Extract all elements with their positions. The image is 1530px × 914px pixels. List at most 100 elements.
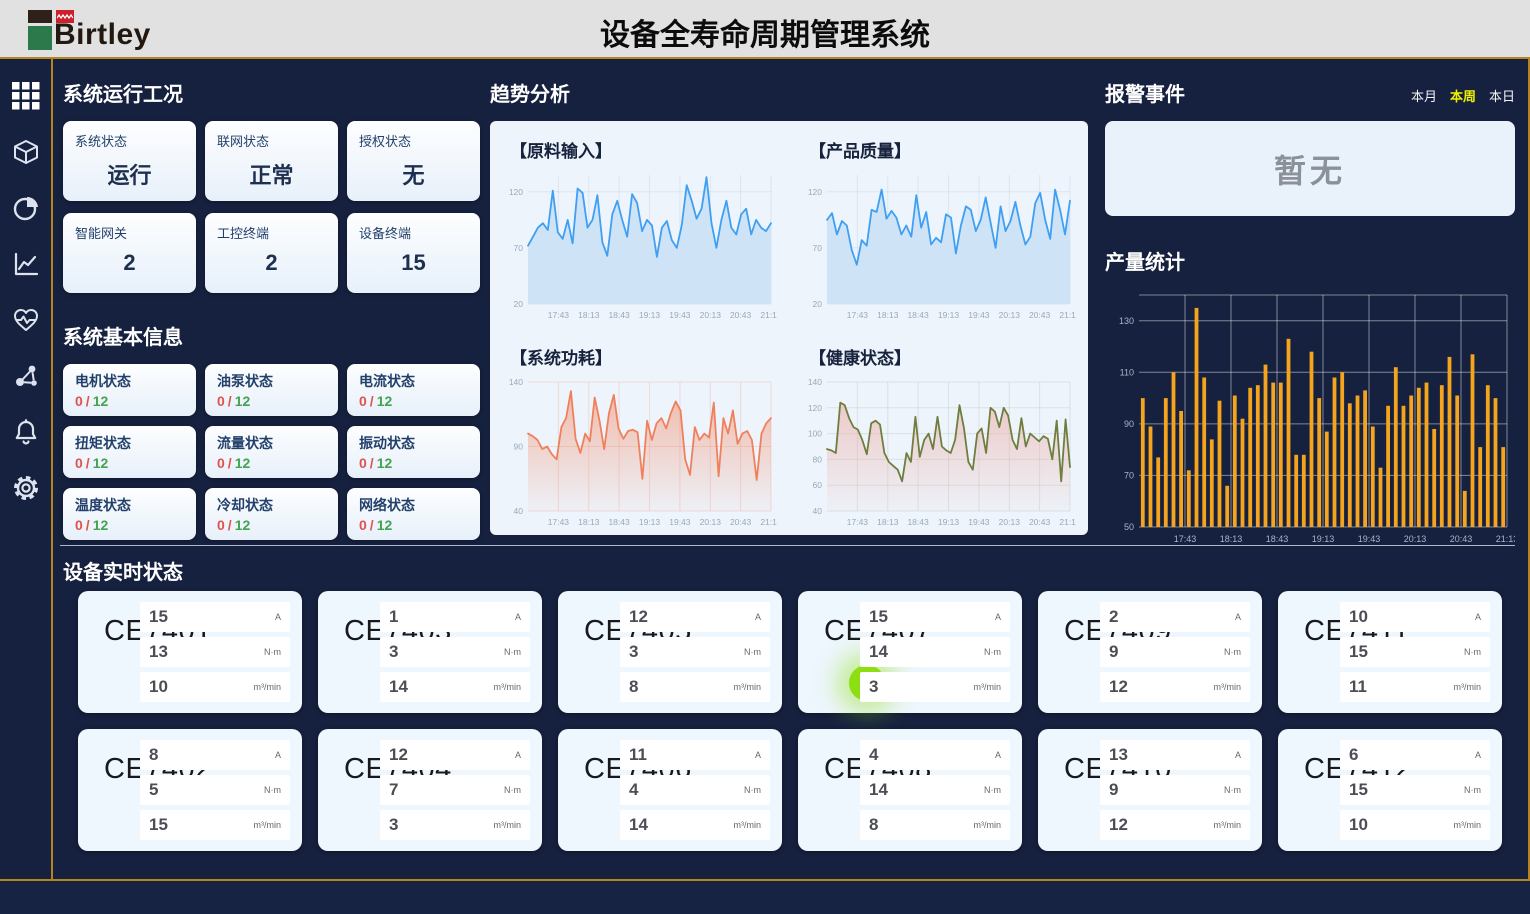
info-card-label: 温度状态 [75,495,184,515]
alarm-tab-本日[interactable]: 本日 [1489,86,1515,105]
device-readings: 4A14N·m8m³/min [860,740,1010,845]
reading-unit: m³/min [974,682,1002,692]
trend-title: 趋势分析 [490,78,1088,107]
device-card[interactable]: CE7409 2A9N·m12m³/min [1038,591,1262,713]
svg-text:17:43: 17:43 [548,310,570,320]
info-card-count: 0/12 [75,393,184,409]
svg-text:140: 140 [808,377,822,387]
system-status-title: 系统运行工况 [63,78,483,107]
svg-text:90: 90 [1124,419,1134,429]
alarm-header: 报警事件 本月本周本日 [1105,78,1515,107]
reading-value: 9 [1109,642,1118,662]
device-reading-row: 9 N·m [1100,637,1250,667]
device-card[interactable]: CE7402 8A5N·m15m³/min [78,729,302,851]
device-card[interactable]: CE7412 6A15N·m10m³/min [1278,729,1502,851]
line-chart: 207012017:4318:1318:4319:1319:4320:1320:… [498,167,777,322]
page-footer [0,879,1530,914]
bell-icon[interactable] [11,417,41,447]
svg-text:19:13: 19:13 [1312,534,1335,544]
reading-value: 3 [869,677,878,697]
molecule-icon[interactable] [11,361,41,391]
reading-value: 11 [1349,677,1367,697]
pie-chart-icon[interactable] [11,193,41,223]
gear-icon[interactable] [11,473,41,503]
device-reading-row: 2A [1100,602,1250,632]
device-card[interactable]: CE7408 4A14N·m8m³/min [798,729,1022,851]
device-readings: 11A4N·m14m³/min [620,740,770,845]
reading-value: 13 [1109,745,1128,765]
device-reading-row: 1A [380,602,530,632]
svg-text:60: 60 [813,480,823,490]
basic-info-grid: 电机状态0/12油泵状态0/12电流状态0/12扭矩状态0/12流量状态0/12… [63,364,483,540]
svg-text:110: 110 [1120,367,1134,377]
reading-value: 12 [629,607,648,627]
reading-unit: m³/min [1454,682,1482,692]
device-card[interactable]: CE7404 12A7N·m3m³/min [318,729,542,851]
svg-text:20:43: 20:43 [1029,517,1051,527]
reading-unit: N·m [1224,647,1241,657]
svg-text:21:13: 21:13 [760,517,777,527]
reading-value: 11 [629,745,647,765]
reading-value: 7 [389,780,398,800]
page-title: 设备全寿命周期管理系统 [0,10,1530,54]
device-card[interactable]: CE7403 1A3N·m14m³/min [318,591,542,713]
line-chart-icon[interactable] [11,249,41,279]
device-readings: 13A9N·m12m³/min [1100,740,1250,845]
device-card[interactable]: CE7406 11A4N·m14m³/min [558,729,782,851]
status-card-label: 工控终端 [217,223,326,242]
info-card: 电流状态0/12 [347,364,480,416]
chart-title: 【健康状态】 [789,328,1088,369]
reading-value: 1 [389,607,398,627]
svg-text:19:43: 19:43 [968,517,990,527]
line-chart: 409014017:4318:1318:4319:1319:4320:1320:… [498,374,777,529]
svg-text:18:43: 18:43 [608,517,630,527]
alarm-tab-本月[interactable]: 本月 [1411,86,1437,105]
grid-icon[interactable] [11,81,41,111]
reading-unit: A [275,612,281,622]
info-card-count: 0/12 [75,455,184,471]
info-card: 温度状态0/12 [63,488,196,540]
reading-unit: N·m [504,785,521,795]
svg-text:21:13: 21:13 [760,310,777,320]
status-card-value: 15 [359,250,468,276]
device-card[interactable]: CE7411 10A15N·m11m³/min [1278,591,1502,713]
device-card[interactable]: CE7407 15A14N·m3m³/min [798,591,1022,713]
health-icon[interactable] [11,305,41,335]
reading-unit: m³/min [1214,820,1242,830]
device-reading-row: 14m³/min [620,810,770,840]
reading-value: 8 [869,815,878,835]
info-card: 流量状态0/12 [205,426,338,478]
svg-text:18:13: 18:13 [578,310,600,320]
reading-value: 9 [1109,780,1118,800]
svg-text:17:43: 17:43 [847,310,869,320]
device-card[interactable]: CE7401 15A13N·m10m³/min [78,591,302,713]
reading-unit: m³/min [494,820,522,830]
reading-unit: A [515,612,521,622]
reading-unit: N·m [1224,785,1241,795]
svg-text:20: 20 [813,299,823,309]
device-reading-row: 14N·m [860,637,1010,667]
device-reading-row: 13N·m [140,637,290,667]
reading-unit: A [1475,612,1481,622]
reading-value: 15 [149,607,168,627]
device-reading-row: 7 N·m [380,775,530,805]
svg-text:17:43: 17:43 [548,517,570,527]
cube-icon[interactable] [11,137,41,167]
app-header: Birtley 设备全寿命周期管理系统 [0,0,1530,59]
svg-text:120: 120 [509,187,523,197]
svg-text:18:13: 18:13 [1220,534,1243,544]
device-reading-row: 5N·m [140,775,290,805]
status-card-label: 智能网关 [75,223,184,242]
reading-unit: m³/min [734,682,762,692]
reading-unit: N·m [744,785,761,795]
device-card[interactable]: CE7405 12A3N·m8m³/min [558,591,782,713]
alarm-empty-card: 暂无 [1105,121,1515,216]
alarm-tab-本周[interactable]: 本周 [1450,86,1476,105]
svg-text:20:13: 20:13 [1404,534,1427,544]
info-card-count: 0/12 [217,393,326,409]
info-card-label: 电流状态 [359,371,468,391]
device-reading-row: 15N·m [1340,637,1490,667]
reading-value: 15 [149,815,168,835]
device-card[interactable]: CE7410 13A9N·m12m³/min [1038,729,1262,851]
device-reading-row: 15N·m [1340,775,1490,805]
